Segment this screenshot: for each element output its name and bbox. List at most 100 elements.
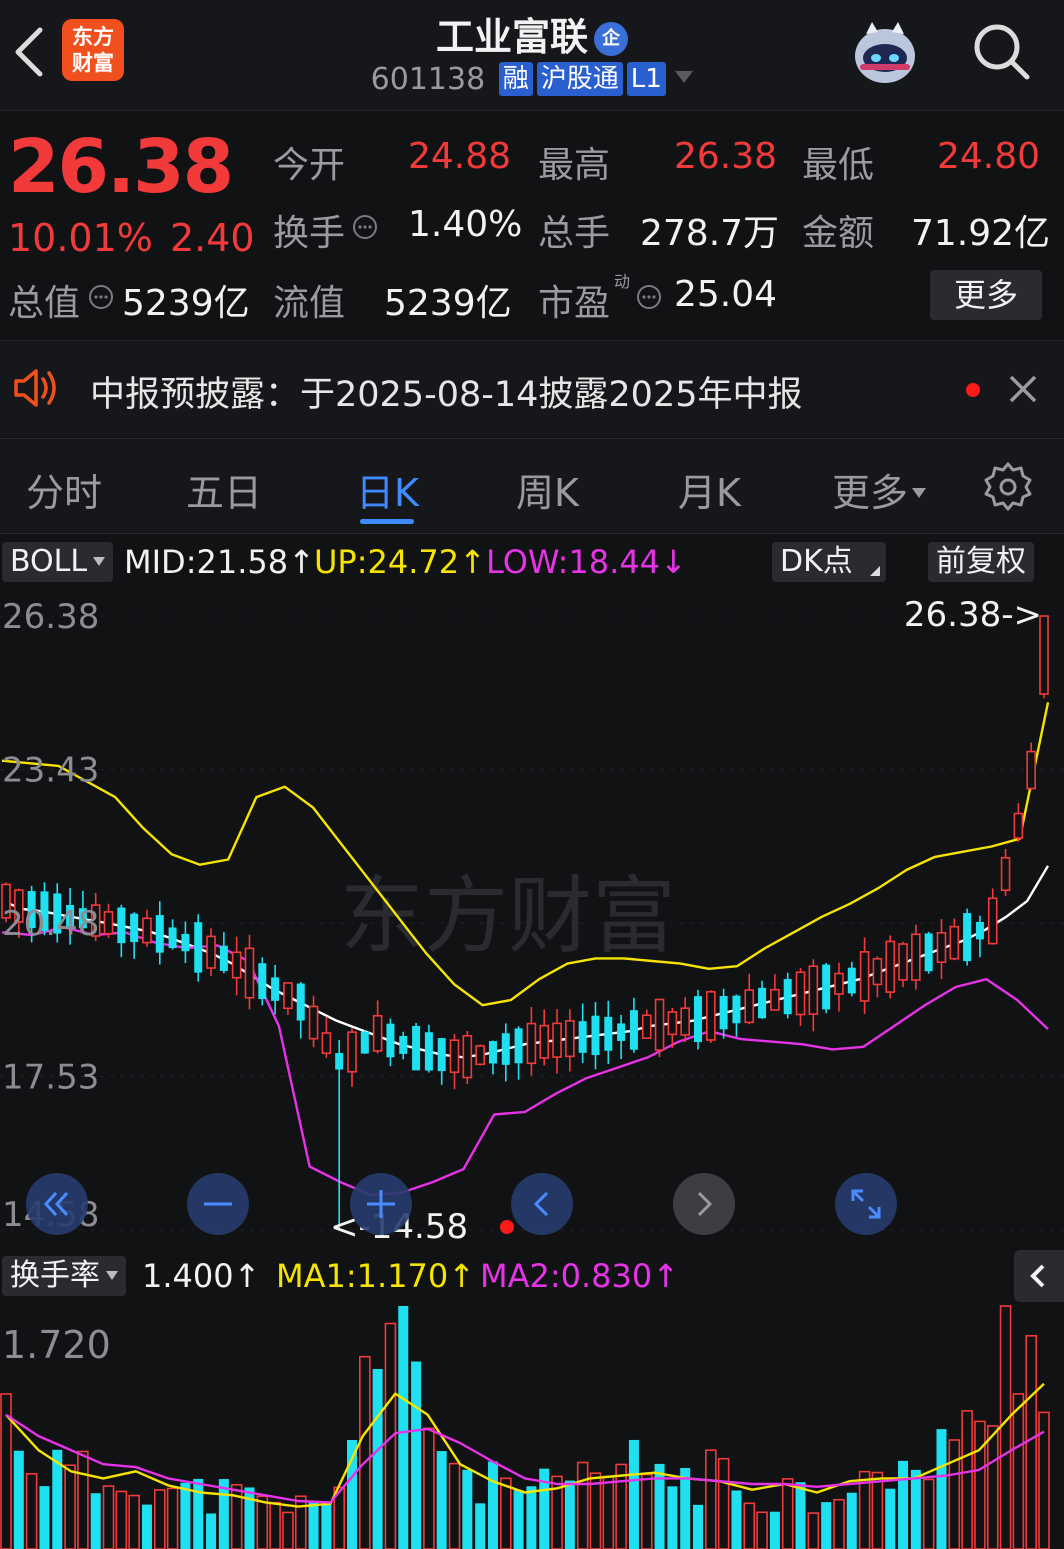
candle-body	[872, 957, 883, 986]
turnover-bar	[705, 1449, 717, 1549]
turnover-bar	[448, 1462, 461, 1549]
stock-name: 工业富联	[435, 15, 588, 59]
turnover-bar	[910, 1469, 921, 1549]
turnover-bar	[833, 1498, 845, 1549]
turnover-bar	[13, 1450, 24, 1549]
candle-body	[732, 995, 741, 1024]
candle-body	[629, 1010, 638, 1050]
candle-body	[130, 913, 139, 943]
turnover-bar	[564, 1480, 575, 1549]
up-arrow-icon: ↑	[448, 1257, 476, 1295]
candle-body	[424, 1032, 433, 1071]
turnover-bar	[898, 1460, 909, 1549]
tab-monthly-k[interactable]: 月K	[678, 462, 741, 517]
float-cap-value: 5239亿	[384, 283, 512, 324]
candle-body	[924, 933, 933, 972]
tag-level: L1	[626, 62, 666, 96]
turnover-bar	[487, 1461, 498, 1549]
collapse-panel-button[interactable]	[1014, 1250, 1064, 1302]
zoom-out-button[interactable]	[187, 1173, 249, 1235]
tab-five-day[interactable]: 五日	[186, 462, 262, 517]
boll-low-readout: LOW:18.44↓	[486, 543, 687, 581]
dropdown-triangle-icon	[912, 488, 927, 498]
turnover-bar	[180, 1482, 191, 1549]
tag-margin: 融	[498, 62, 533, 96]
up-arrow-icon: ↑	[459, 543, 486, 581]
candle-body	[321, 1032, 332, 1055]
tab-more[interactable]: 更多	[832, 462, 927, 517]
candle-body	[885, 940, 896, 993]
candle-body	[617, 1023, 626, 1041]
candle-body	[258, 963, 267, 999]
turnover-bar	[141, 1504, 152, 1549]
tab-daily-k[interactable]: 日K	[356, 462, 419, 517]
turnover-bar	[781, 1478, 794, 1549]
notice-text[interactable]: 中报预披露：于2025-08-14披露2025年中报	[90, 366, 802, 417]
turnover-rate-value: 1.400	[142, 1257, 234, 1295]
sub-indicator-selector-label: 换手率	[10, 1258, 100, 1293]
candle-body	[296, 983, 305, 1021]
turnover-bar	[77, 1450, 89, 1549]
close-icon[interactable]	[1008, 374, 1038, 404]
scroll-right-button[interactable]	[673, 1173, 735, 1235]
scroll-left-button[interactable]	[511, 1173, 573, 1235]
turnover-bar	[372, 1368, 383, 1549]
candle-body	[795, 971, 806, 1016]
dk-point-label: DK点	[780, 544, 853, 579]
gear-icon[interactable]	[982, 460, 1034, 512]
amount-label: 金额	[802, 213, 875, 254]
active-tab-indicator	[360, 519, 414, 524]
candle-body	[181, 933, 190, 952]
candle-body	[936, 932, 947, 963]
turnover-bar	[961, 1410, 973, 1549]
turnover-bar	[256, 1495, 269, 1549]
speaker-icon	[14, 369, 56, 407]
candle-body	[758, 987, 767, 1019]
low-label: 最低	[802, 145, 875, 186]
candle-body	[898, 943, 908, 981]
turnover-bar	[115, 1490, 128, 1549]
chevron-left-icon	[1030, 1264, 1045, 1288]
candle-body	[488, 1041, 497, 1064]
kline-chart[interactable]: 东方财富 26.38-> <-14.58 26.3823.4320.4817.5…	[0, 590, 1064, 1250]
turnover-bar	[986, 1425, 999, 1549]
zoom-in-button[interactable]	[350, 1173, 412, 1235]
turnover-bar	[922, 1478, 935, 1549]
fullscreen-button[interactable]	[835, 1173, 897, 1235]
candle-body	[565, 1020, 575, 1058]
search-icon[interactable]	[970, 20, 1032, 82]
high-value: 26.38	[674, 136, 778, 177]
plus-icon	[367, 1190, 395, 1218]
more-quote-button[interactable]: 更多	[930, 270, 1042, 320]
sub-indicator-selector[interactable]: 换手率	[2, 1256, 126, 1296]
turnover-bar	[308, 1502, 319, 1549]
tab-weekly-k[interactable]: 周K	[516, 462, 579, 517]
candle-body	[604, 1016, 613, 1051]
candle-body	[335, 1053, 344, 1070]
candle-body	[475, 1045, 485, 1066]
turnover-bar	[807, 1512, 820, 1549]
assistant-robot-icon[interactable]	[846, 16, 924, 88]
dk-point-button[interactable]: DK点	[772, 542, 886, 582]
indicator-selector[interactable]: BOLL	[2, 542, 114, 582]
up-arrow-icon: ↑	[288, 543, 315, 581]
turnover-bar	[321, 1501, 332, 1549]
turnover-chart[interactable]: 1.720	[0, 1302, 1064, 1549]
candle-body	[308, 1005, 319, 1040]
scroll-left-fast-button[interactable]	[26, 1173, 88, 1235]
info-icon[interactable]	[88, 284, 114, 310]
info-icon[interactable]	[636, 284, 662, 310]
float-cap-label: 流值	[273, 283, 346, 324]
turnover-bar	[821, 1502, 832, 1549]
candle-body	[654, 998, 665, 1051]
candle-body	[963, 913, 972, 962]
tab-intraday[interactable]: 分时	[26, 462, 102, 517]
price-adjust-button[interactable]: 前复权	[928, 542, 1034, 582]
turnover-bar	[795, 1482, 806, 1549]
candle-body	[667, 1011, 678, 1036]
candle-body	[694, 996, 702, 1043]
down-arrow-icon: ↓	[660, 543, 687, 581]
info-icon[interactable]	[352, 214, 378, 240]
ma1-readout: MA1:1.170↑	[276, 1257, 475, 1295]
ma1-value: MA1:1.170	[276, 1257, 449, 1295]
